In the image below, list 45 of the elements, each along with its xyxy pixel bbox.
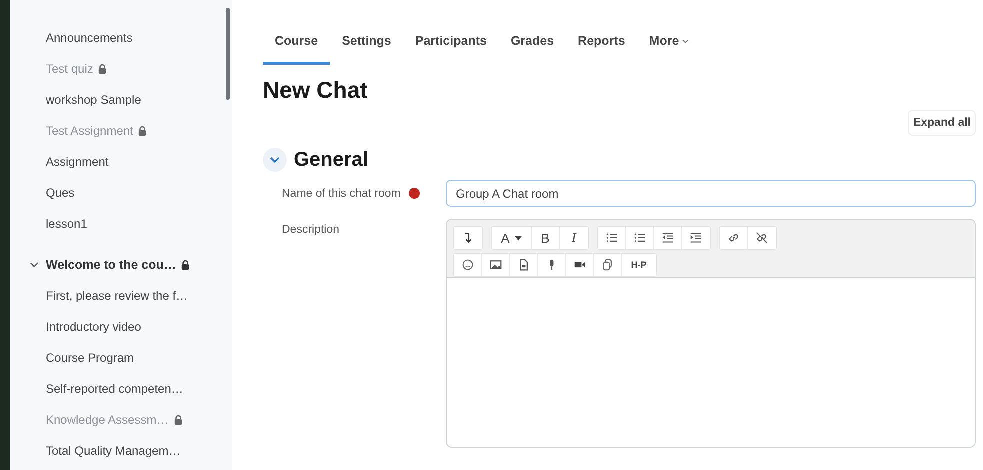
smiley-icon [462,259,474,271]
chevron-icon[interactable] [263,148,287,172]
lock-icon [98,64,108,74]
numbered-list-icon [634,232,646,244]
link-button[interactable] [720,227,748,249]
chevron-icon[interactable] [30,262,39,268]
copy-icon [602,259,614,271]
sidebar-item[interactable]: Assignment [46,154,109,168]
sidebar-item[interactable]: Self-reported competen… [46,382,184,396]
sidebar-item[interactable]: workshop Sample [46,92,142,106]
sidebar-item[interactable]: Total Quality Managem… [46,444,181,458]
section-title[interactable]: Welcome to the cou… [46,258,176,272]
emoji-button[interactable] [454,254,482,276]
outdent-icon [662,232,674,244]
bullet-list-button[interactable] [598,227,626,249]
nav-tab[interactable]: Grades [498,28,566,65]
caret-icon [682,38,690,44]
sidebar-item[interactable]: Ques [46,186,75,200]
nav-tab[interactable]: More [637,28,702,65]
input-field[interactable]: Group A Chat room [446,180,976,207]
nav-tab[interactable]: Reports [566,28,638,65]
unlink-icon [756,232,768,244]
sidebar-item[interactable]: Course Program [46,350,134,364]
font-button[interactable]: A [492,227,532,249]
section-heading: General [294,148,368,172]
sidebar-item[interactable]: First, please review the f… [46,288,188,302]
link-icon [728,232,740,244]
lock-icon [138,126,148,136]
sidebar-item[interactable]: Announcements [46,30,133,44]
file-icon [518,259,530,271]
expand-all-button[interactable]: Expand all [908,110,976,136]
scrollbar[interactable] [226,8,230,100]
sidebar-item[interactable]: lesson1 [46,216,88,230]
caret-icon [514,236,522,240]
nav-tab[interactable]: Settings [330,28,404,65]
indent-icon [690,232,702,244]
field-label: Name of this chat room [282,188,401,200]
image-icon [490,259,502,271]
field-label: Description [282,224,340,236]
bullet-list-icon [606,232,618,244]
nav-tab[interactable]: Course [263,28,330,65]
nav-tab[interactable]: Participants [403,28,499,65]
lock-icon [174,414,183,424]
page-title: New Chat [263,77,369,104]
sidebar-item[interactable]: Introductory video [46,320,142,334]
